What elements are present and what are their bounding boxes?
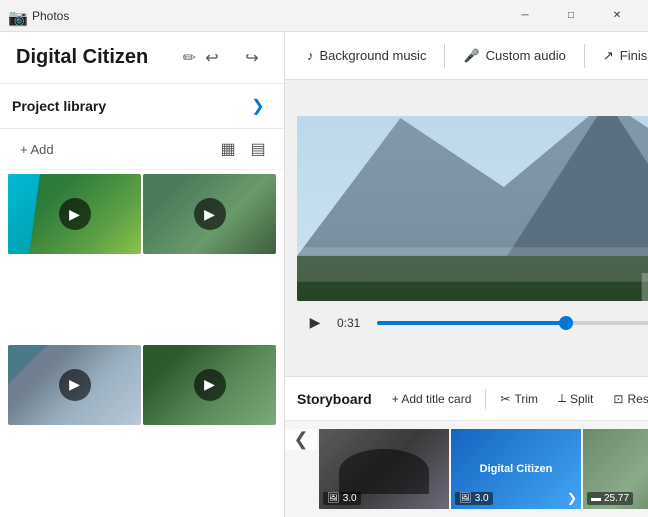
forward-icon: ❯	[567, 491, 577, 505]
separator	[584, 44, 585, 68]
split-label: Split	[570, 392, 593, 406]
custom-audio-label: Custom audio	[486, 48, 566, 63]
storyboard-item[interactable]: Digital Citizen 🖼 3.0 ❯	[451, 429, 581, 509]
add-title-card-button[interactable]: + Add title card	[384, 388, 480, 410]
resize-label: Resize	[627, 392, 648, 406]
library-item[interactable]: ▶	[8, 174, 141, 254]
library-header: Project library ❯	[0, 84, 284, 129]
view-buttons: ▦ ▤	[214, 135, 272, 163]
trim-icon: ✂	[500, 392, 510, 406]
background-music-button[interactable]: ♪ Background music	[297, 42, 436, 69]
video-icon: ▬	[591, 493, 601, 504]
add-button[interactable]: + Add	[12, 136, 62, 163]
window-controls: ─ □ ✕	[502, 0, 640, 32]
storyboard-label: Storyboard	[297, 391, 372, 407]
finish-video-button[interactable]: ↗ Finish video	[593, 42, 648, 70]
storyboard-toolbar: Storyboard + Add title card ✂ Trim ⟂ Spl…	[285, 377, 648, 421]
app-title: Digital Citizen	[16, 46, 175, 69]
play-icon: ▶	[310, 314, 321, 331]
maximize-button[interactable]: □	[548, 0, 594, 32]
storyboard-item[interactable]: 🖼 3.0	[319, 429, 449, 509]
video-preview: ▶ 0:31 1:18 ⤢	[285, 80, 648, 376]
undo-button[interactable]: ↩	[196, 42, 228, 74]
library-item[interactable]: ▶	[8, 345, 141, 425]
grid-view-button[interactable]: ▦	[214, 135, 242, 163]
main-layout: Digital Citizen ✏ ↩ ↪ Project library ❯ …	[0, 32, 648, 517]
image-icon: 🖼	[327, 493, 340, 504]
progress-thumb	[559, 316, 573, 330]
thumb-overlay: ▶	[8, 345, 141, 425]
progress-fill	[377, 321, 566, 325]
header-actions: ↩ ↪	[196, 42, 268, 74]
split-button[interactable]: ⟂ Split	[550, 387, 601, 410]
separator	[485, 389, 486, 409]
left-panel: Digital Citizen ✏ ↩ ↪ Project library ❯ …	[0, 32, 285, 517]
close-button[interactable]: ✕	[594, 0, 640, 32]
video-controls-bar: ▶ 0:31 1:18 ⤢	[297, 301, 648, 341]
titlebar-title: Photos	[32, 9, 502, 23]
play-icon: ▶	[194, 369, 226, 401]
add-title-label: + Add title card	[392, 392, 472, 406]
separator	[444, 44, 445, 68]
scroll-left-button[interactable]: ❮	[285, 429, 317, 450]
play-icon: ▶	[59, 369, 91, 401]
edit-icon[interactable]: ✏	[183, 48, 196, 68]
collapse-button[interactable]: ❯	[244, 92, 272, 120]
video-frame-inner	[297, 116, 648, 301]
right-panel: ♪ Background music 🎤 Custom audio ↗ Fini…	[285, 32, 648, 517]
library-title: Project library	[12, 98, 244, 114]
video-frame	[297, 116, 648, 301]
resize-button[interactable]: ⊡ Resize	[605, 388, 648, 410]
project-library-grid: ▶ ▶ ▶ ▶	[0, 170, 284, 517]
audio-icon: 🎤	[463, 48, 479, 64]
thumb-overlay: ▶	[143, 345, 276, 425]
split-icon: ⟂	[558, 391, 566, 406]
storyboard-section: Storyboard + Add title card ✂ Trim ⟂ Spl…	[285, 376, 648, 517]
trim-button[interactable]: ✂ Trim	[492, 388, 546, 410]
share-icon: ↗	[603, 48, 614, 64]
background-music-label: Background music	[320, 48, 427, 63]
current-time: 0:31	[337, 316, 369, 330]
add-label: + Add	[20, 142, 54, 157]
thumb-overlay: ▶	[143, 174, 276, 254]
trim-label: Trim	[514, 392, 538, 406]
library-item[interactable]: ▶	[143, 345, 276, 425]
list-view-button[interactable]: ▤	[244, 135, 272, 163]
thumb-duration: 🖼 3.0	[323, 492, 361, 505]
resize-icon: ⊡	[613, 392, 623, 406]
play-icon: ▶	[59, 198, 91, 230]
top-bar: ♪ Background music 🎤 Custom audio ↗ Fini…	[285, 32, 648, 80]
image-icon: 🖼	[459, 493, 472, 504]
storyboard-thumbs: ❮ 🖼 3.0 Digital Citizen 🖼 3.0 ❯	[285, 421, 648, 517]
play-button[interactable]: ▶	[301, 309, 329, 337]
minimize-button[interactable]: ─	[502, 0, 548, 32]
app-icon: 📷	[8, 8, 24, 24]
titlebar: 📷 Photos ─ □ ✕	[0, 0, 648, 32]
redo-button[interactable]: ↪	[236, 42, 268, 74]
library-item[interactable]: ▶	[143, 174, 276, 254]
thumb-duration: 🖼 3.0	[455, 492, 493, 505]
library-controls: + Add ▦ ▤	[0, 129, 284, 170]
custom-audio-button[interactable]: 🎤 Custom audio	[453, 42, 575, 70]
music-icon: ♪	[307, 48, 314, 63]
video-scene	[297, 116, 648, 301]
progress-bar[interactable]	[377, 321, 648, 325]
storyboard-item[interactable]: ▬ 25.77 🔊	[583, 429, 648, 509]
play-icon: ▶	[194, 198, 226, 230]
app-header: Digital Citizen ✏ ↩ ↪	[0, 32, 284, 84]
thumb-overlay: ▶	[8, 174, 141, 254]
thumb-duration: ▬ 25.77	[587, 492, 633, 505]
finish-video-label: Finish video	[620, 48, 648, 63]
